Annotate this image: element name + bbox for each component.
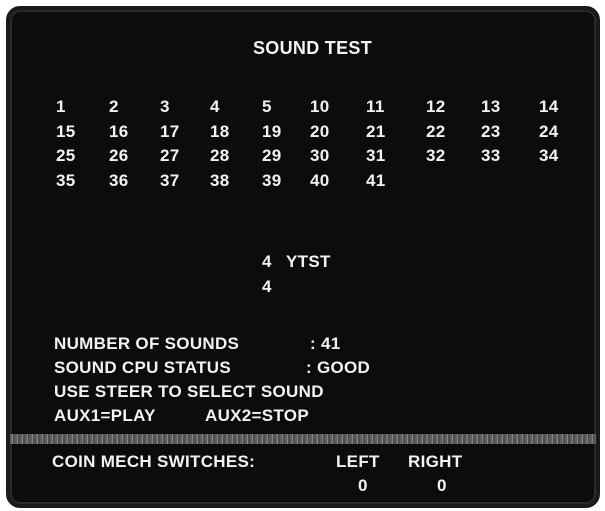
sound-number: 1 [56,97,66,116]
cpu-status-label: SOUND CPU STATUS [54,358,232,377]
sound-number: 37 [160,171,180,190]
sound-number: 11 [366,97,385,116]
selected-sound-index: 4 [262,277,272,296]
screen-title: SOUND TEST [253,38,373,58]
coin-left-value: 0 [358,476,368,495]
sound-number: 2 [109,97,119,116]
sound-number: 15 [56,122,76,141]
sound-number: 28 [210,146,230,165]
crt-screen: SOUND TEST 1 2 3 4 5 10 11 12 13 14 15 16 17 18 19 20 21… [6,6,600,508]
sound-number: 40 [310,171,330,190]
sound-number: 13 [481,97,501,116]
aux1-play-hint: AUX1=PLAY [54,406,156,425]
sound-number: 19 [262,122,282,141]
instruction-text: USE STEER TO SELECT SOUND [54,382,324,401]
sound-number: 16 [109,122,129,141]
sound-number: 24 [539,122,559,141]
coin-mech-label: COIN MECH SWITCHES: [52,452,256,471]
sound-number: 14 [539,97,559,116]
sound-number: 25 [56,146,76,165]
selected-sound-number: 4 [262,252,272,271]
sound-number: 5 [262,97,272,116]
sound-number: 4 [210,97,220,116]
selected-sound-label: YTST [286,252,331,271]
sound-number: 12 [426,97,446,116]
cpu-status-value: : GOOD [306,358,371,377]
sound-number: 31 [366,146,386,165]
num-sounds-label: NUMBER OF SOUNDS [54,334,240,353]
num-sounds-value: : 41 [310,334,341,353]
sound-number: 39 [262,171,282,190]
sound-number: 17 [160,122,180,141]
sound-number: 38 [210,171,230,190]
sound-number: 26 [109,146,129,165]
sound-number: 33 [481,146,501,165]
sound-number: 32 [426,146,446,165]
sound-number: 23 [481,122,501,141]
aux2-stop-hint: AUX2=STOP [205,406,309,425]
separator-band [10,434,596,444]
coin-right-label: RIGHT [408,452,463,471]
sound-number: 34 [539,146,559,165]
sound-number: 29 [262,146,282,165]
coin-left-label: LEFT [336,452,380,471]
sound-number: 41 [366,171,386,190]
sound-number: 18 [210,122,230,141]
sound-number: 22 [426,122,446,141]
sound-number: 36 [109,171,129,190]
sound-number: 27 [160,146,180,165]
sound-number: 35 [56,171,76,190]
sound-number: 3 [160,97,170,116]
sound-number: 21 [366,122,386,141]
coin-right-value: 0 [437,476,447,495]
sound-number: 20 [310,122,330,141]
sound-number: 30 [310,146,330,165]
sound-number: 10 [310,97,330,116]
